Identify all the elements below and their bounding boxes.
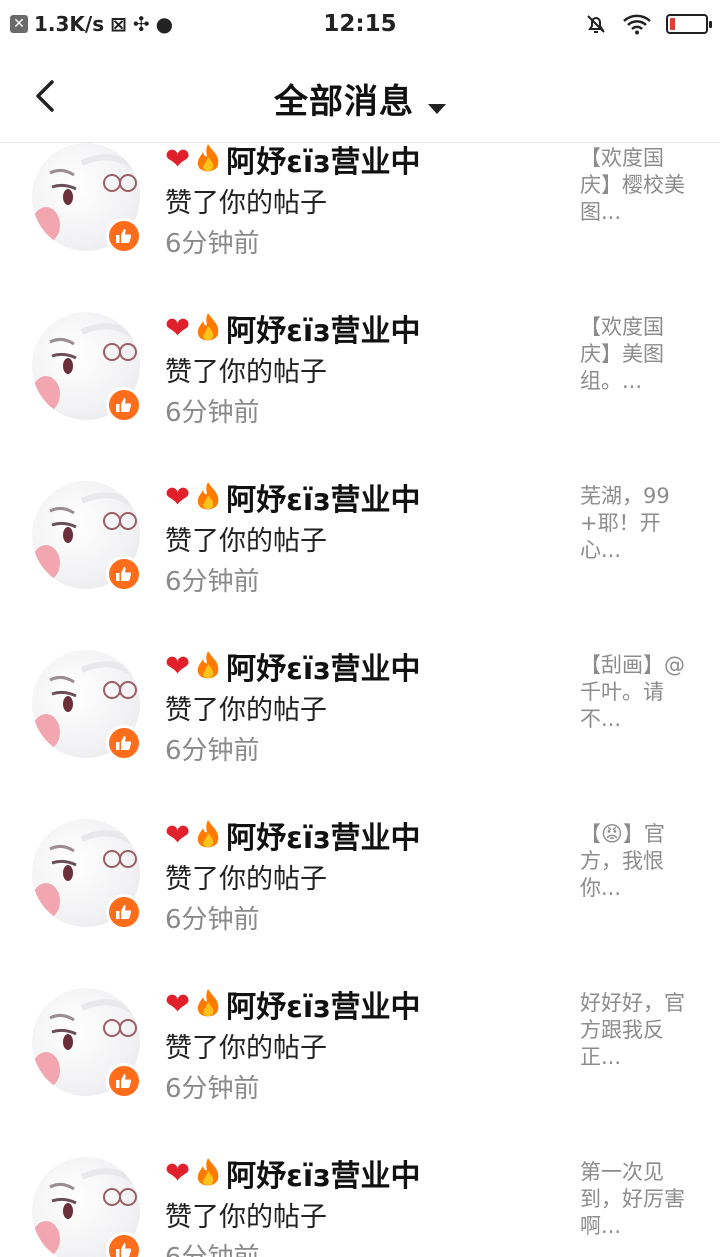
list-item[interactable]: ❤ 阿妤εïз营业中 赞了你的帖子 6分钟前 芜湖，99+耶！开心... [0,471,720,640]
timestamp: 6分钟前 [165,1237,260,1257]
username-text: 阿妤εïз营业中 [226,652,421,687]
thumbs-up-icon [116,736,132,750]
heart-icon: ❤ [165,1155,191,1191]
username[interactable]: ❤ 阿妤εïз营业中 [165,644,421,688]
thumbs-up-icon [116,229,132,243]
heart-icon: ❤ [165,648,191,684]
like-badge [106,725,142,761]
mute-bell-icon [587,15,605,33]
status-right [584,12,712,36]
action-text: 赞了你的帖子 [165,1033,327,1064]
list-item[interactable]: ❤ 阿妤εïз营业中 赞了你的帖子 6分钟前 【欢度国庆】美图组。... [0,302,720,471]
action-text: 赞了你的帖子 [165,864,327,895]
heart-icon: ❤ [165,479,191,515]
username[interactable]: ❤ 阿妤εïз营业中 [165,306,421,350]
timestamp: 6分钟前 [165,905,260,935]
post-preview[interactable]: 芜湖，99+耶！开心... [580,483,685,564]
thumbs-up-icon [116,1243,132,1257]
status-bar: ✕ 1.3K/s ⊠ ✣ ● 12:15 [0,0,720,50]
thumbs-up-icon [116,1074,132,1088]
post-preview[interactable]: 【刮画】@千叶。请不... [580,652,685,733]
list-item[interactable]: ❤ 阿妤εïз营业中 赞了你的帖子 6分钟前 【欢度国庆】樱校美图... [0,143,720,302]
username-text: 阿妤εïз营业中 [226,145,421,180]
header: 全部消息 [0,50,720,143]
list-item[interactable]: ❤ 阿妤εïз营业中 赞了你的帖子 6分钟前 【😡】官方，我恨你... [0,809,720,978]
thumbs-up-icon [116,567,132,581]
battery-icon [666,14,712,34]
list-item[interactable]: ❤ 阿妤εïз营业中 赞了你的帖子 6分钟前 【刮画】@千叶。请不... [0,640,720,809]
timestamp: 6分钟前 [165,229,260,259]
action-text: 赞了你的帖子 [165,526,327,557]
like-badge [106,894,142,930]
caret-down-icon [428,103,446,114]
wifi-icon [623,14,651,35]
heart-icon: ❤ [165,310,191,346]
username[interactable]: ❤ 阿妤εïз营业中 [165,813,421,857]
fire-icon [197,820,219,848]
title-dropdown[interactable]: 全部消息 [0,74,720,123]
username[interactable]: ❤ 阿妤εïз营业中 [165,982,421,1026]
action-text: 赞了你的帖子 [165,695,327,726]
fire-icon [197,989,219,1017]
page-title: 全部消息 [274,82,414,122]
like-badge [106,556,142,592]
username[interactable]: ❤ 阿妤εïз营业中 [165,475,421,519]
post-preview[interactable]: 好好好，官方跟我反正... [580,990,685,1071]
action-text: 赞了你的帖子 [165,188,327,219]
timestamp: 6分钟前 [165,567,260,597]
post-preview[interactable]: 【欢度国庆】樱校美图... [580,145,685,226]
post-preview[interactable]: 第一次见到，好厉害啊... [580,1159,685,1240]
fire-icon [197,313,219,341]
like-badge [106,218,142,254]
heart-icon: ❤ [165,817,191,853]
username-text: 阿妤εïз营业中 [226,990,421,1025]
username[interactable]: ❤ 阿妤εïз营业中 [165,143,421,181]
heart-icon: ❤ [165,986,191,1022]
like-badge [106,1063,142,1099]
battery-level [670,18,675,30]
action-text: 赞了你的帖子 [165,1202,327,1233]
list-item[interactable]: ❤ 阿妤εïз营业中 赞了你的帖子 6分钟前 第一次见到，好厉害啊... [0,1147,720,1257]
username-text: 阿妤εïз营业中 [226,821,421,856]
fire-icon [197,651,219,679]
list-item[interactable]: ❤ 阿妤εïз营业中 赞了你的帖子 6分钟前 好好好，官方跟我反正... [0,978,720,1147]
fire-icon [197,1158,219,1186]
post-preview[interactable]: 【😡】官方，我恨你... [580,821,685,902]
timestamp: 6分钟前 [165,398,260,428]
like-badge [106,387,142,423]
heart-icon: ❤ [165,143,191,177]
username-text: 阿妤εïз营业中 [226,314,421,349]
action-text: 赞了你的帖子 [165,357,327,388]
timestamp: 6分钟前 [165,736,260,766]
thumbs-up-icon [116,905,132,919]
timestamp: 6分钟前 [165,1074,260,1104]
notification-list[interactable]: ❤ 阿妤εïз营业中 赞了你的帖子 6分钟前 【欢度国庆】樱校美图... ❤ 阿… [0,143,720,1257]
fire-icon [197,482,219,510]
username-text: 阿妤εïз营业中 [226,483,421,518]
username[interactable]: ❤ 阿妤εïз营业中 [165,1151,421,1195]
post-preview[interactable]: 【欢度国庆】美图组。... [580,314,685,395]
username-text: 阿妤εïз营业中 [226,1159,421,1194]
fire-icon [197,144,219,172]
thumbs-up-icon [116,398,132,412]
